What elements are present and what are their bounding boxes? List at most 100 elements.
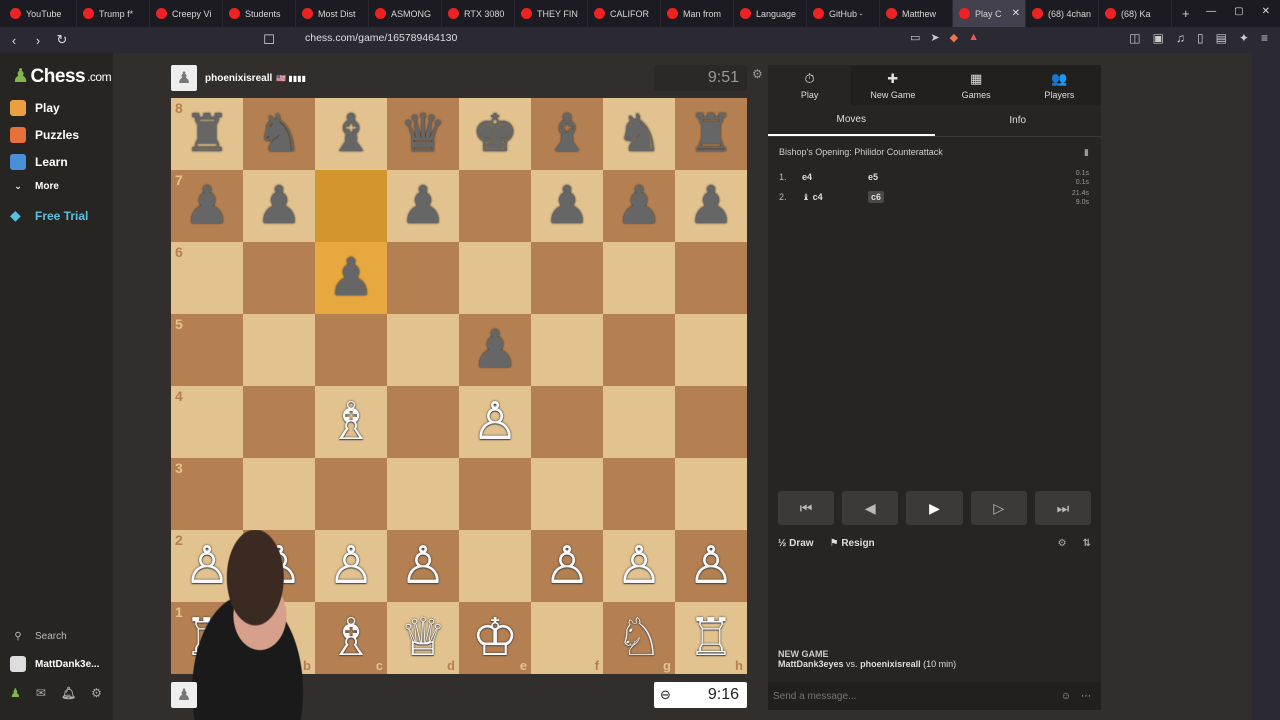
move-white[interactable]: e4 (802, 172, 868, 182)
chess-piece[interactable]: ♙ (616, 540, 663, 592)
square-b5[interactable] (243, 314, 315, 386)
maximize-icon[interactable]: ▢ (1234, 6, 1243, 17)
chess-piece[interactable]: ♜ (688, 108, 735, 160)
minimize-icon[interactable]: — (1206, 6, 1216, 17)
cast-icon[interactable]: ▭ (910, 31, 920, 44)
tab-players[interactable]: 👥 Players (1018, 65, 1101, 105)
square-f5[interactable] (531, 314, 603, 386)
emoji-icon[interactable]: ☺ (1061, 691, 1071, 702)
square-h4[interactable] (675, 386, 747, 458)
square-h2[interactable]: ♙ (675, 530, 747, 602)
square-b8[interactable]: ♞ (243, 98, 315, 170)
screenshot-icon[interactable]: ▣ (1153, 31, 1164, 45)
square-a7[interactable]: ♟ 7 (171, 170, 243, 242)
browser-tab[interactable]: Man from (661, 0, 734, 27)
forward-icon[interactable]: › (28, 30, 48, 50)
square-g8[interactable]: ♞ (603, 98, 675, 170)
browser-tab[interactable]: GitHub - (807, 0, 880, 27)
flip-board-icon[interactable]: ⇅ (1083, 538, 1091, 549)
chess-piece[interactable]: ♝ (328, 108, 375, 160)
square-f6[interactable] (531, 242, 603, 314)
alert-icon[interactable]: ▲ (968, 31, 979, 44)
chess-piece[interactable]: ♝ (544, 108, 591, 160)
tab-info[interactable]: Info (935, 105, 1102, 136)
square-e3[interactable] (459, 458, 531, 530)
chess-piece[interactable]: ♟ (544, 180, 591, 232)
close-icon[interactable]: ✕ (1262, 6, 1270, 17)
chess-piece[interactable]: ♜ (184, 108, 231, 160)
square-b4[interactable] (243, 386, 315, 458)
browser-tab[interactable]: RTX 3080 (442, 0, 515, 27)
chess-logo[interactable]: ♟ Chess .com (12, 65, 112, 88)
square-f7[interactable]: ♟ (531, 170, 603, 242)
chess-piece[interactable]: ♟ (400, 180, 447, 232)
chess-piece[interactable]: ♚ (472, 108, 519, 160)
wallet-icon[interactable]: ▤ (1216, 31, 1227, 45)
browser-tab[interactable]: (68) 4chan (1026, 0, 1099, 27)
chess-piece[interactable]: ♙ (544, 540, 591, 592)
tab-games[interactable]: ▦ Games (935, 65, 1018, 105)
chess-piece[interactable]: ♟ (688, 180, 735, 232)
square-a8[interactable]: ♜ 8 (171, 98, 243, 170)
url-bar[interactable]: chess.com/game/165789464130 (305, 32, 457, 44)
book-icon[interactable]: ▮ (1084, 147, 1089, 158)
resign-button[interactable]: ⚑ Resign (830, 538, 875, 549)
move-black[interactable]: e5 (868, 172, 928, 182)
square-c5[interactable] (315, 314, 387, 386)
square-e8[interactable]: ♚ (459, 98, 531, 170)
reload-icon[interactable]: ↻ (52, 30, 72, 50)
chess-piece[interactable]: ♗ (328, 396, 375, 448)
chess-piece[interactable]: ♕ (400, 612, 447, 664)
square-g7[interactable]: ♟ (603, 170, 675, 242)
square-e1[interactable]: ♔ e (459, 602, 531, 674)
menu-icon[interactable]: ≡ (1261, 31, 1268, 45)
chess-piece[interactable]: ♟ (328, 252, 375, 304)
avatar[interactable]: ♟ (171, 65, 197, 91)
square-c6[interactable]: ♟ (315, 242, 387, 314)
browser-tab[interactable]: (68) Ka (1099, 0, 1172, 27)
square-g4[interactable] (603, 386, 675, 458)
square-g6[interactable] (603, 242, 675, 314)
square-d3[interactable] (387, 458, 459, 530)
previous-move-button[interactable]: ◀ (842, 491, 899, 525)
square-h6[interactable] (675, 242, 747, 314)
chess-piece[interactable]: ♛ (400, 108, 447, 160)
square-g1[interactable]: ♘ g (603, 602, 675, 674)
bell-icon[interactable]: 🔔︎ (61, 686, 76, 700)
move-black[interactable]: c6 (868, 191, 928, 203)
back-icon[interactable]: ‹ (4, 30, 24, 50)
square-d6[interactable] (387, 242, 459, 314)
browser-tab[interactable]: Play C ✕ (953, 0, 1026, 27)
square-g5[interactable] (603, 314, 675, 386)
square-e7[interactable] (459, 170, 531, 242)
sidebar-item-learn[interactable]: Learn (10, 154, 68, 170)
square-d7[interactable]: ♟ (387, 170, 459, 242)
square-b3[interactable] (243, 458, 315, 530)
chess-piece[interactable]: ♙ (688, 540, 735, 592)
sidebar-search[interactable]: ⚲ Search (10, 631, 66, 642)
chess-piece[interactable]: ♟ (616, 180, 663, 232)
sidebar-item-more[interactable]: ⌄ More (10, 181, 59, 192)
mail-icon[interactable]: ✉ (36, 686, 46, 700)
square-b6[interactable] (243, 242, 315, 314)
square-e5[interactable]: ♟ (459, 314, 531, 386)
chess-piece[interactable]: ♖ (688, 612, 735, 664)
sidebar-item-puzzles[interactable]: Puzzles (10, 127, 79, 143)
square-c4[interactable]: ♗ (315, 386, 387, 458)
square-d5[interactable] (387, 314, 459, 386)
browser-tab[interactable]: YouTube (4, 0, 77, 27)
square-h8[interactable]: ♜ (675, 98, 747, 170)
close-tab-icon[interactable]: ✕ (1012, 8, 1020, 19)
browser-tab[interactable]: Trump f* (77, 0, 150, 27)
chess-piece[interactable]: ♙ (400, 540, 447, 592)
send-icon[interactable]: ➤ (930, 31, 939, 44)
last-move-button[interactable]: ⏭ (1034, 491, 1092, 525)
avatar[interactable]: ♟ (171, 682, 197, 708)
square-f1[interactable]: f (531, 602, 603, 674)
tab-play[interactable]: ⏱ Play (768, 65, 852, 105)
browser-tab[interactable]: Matthew (880, 0, 953, 27)
square-h1[interactable]: ♖ h (675, 602, 747, 674)
square-f3[interactable] (531, 458, 603, 530)
friends-icon[interactable]: ♟ (10, 686, 21, 700)
chess-piece[interactable]: ♟ (184, 180, 231, 232)
